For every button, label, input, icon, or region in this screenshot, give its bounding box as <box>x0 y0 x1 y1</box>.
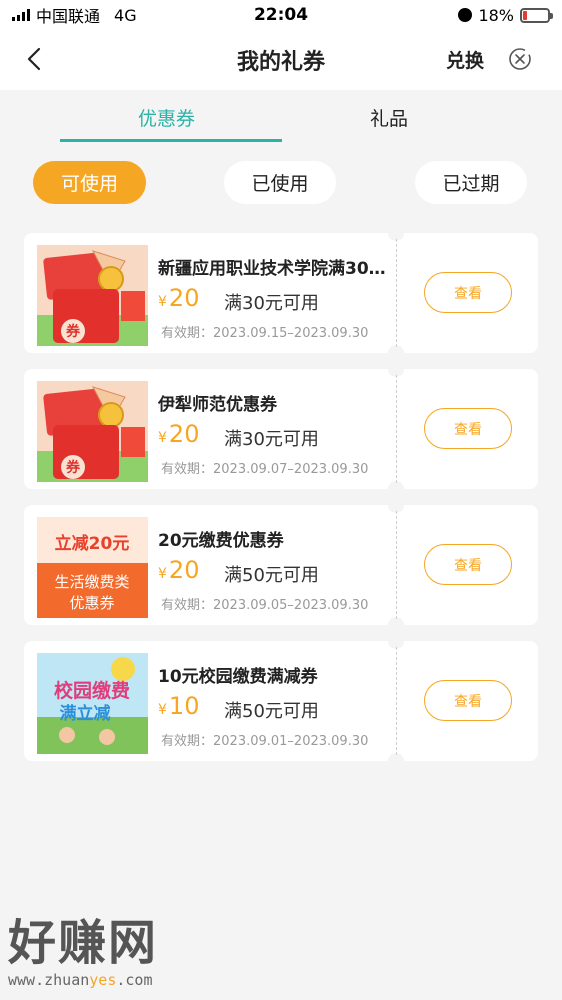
coupon-image: 券 <box>37 381 148 482</box>
coupon-image-text: 券 <box>66 459 81 476</box>
coupon-card: 券 新疆应用职业技术学院满30元可用 ¥20 满30元可用 有效期：2023.0… <box>24 225 538 361</box>
currency-symbol: ¥ <box>158 702 167 718</box>
coupon-validity: 有效期：2023.09.01–2023.09.30 <box>161 734 369 749</box>
network-type: 4G <box>114 5 137 25</box>
coupon-image-text: 生活缴费类 <box>54 573 129 591</box>
coupon-image-text: 满立减 <box>60 703 111 724</box>
coupon-image: 校园缴费 满立减 <box>37 653 148 754</box>
tab-gifts[interactable]: 礼品 <box>370 104 408 131</box>
coupon-validity: 有效期：2023.09.07–2023.09.30 <box>161 462 369 477</box>
coupon-divider <box>396 647 397 755</box>
watermark-url: www.zhuanyes.com <box>8 971 153 989</box>
alarm-icon <box>458 8 473 22</box>
coupon-title: 10元校园缴费满减券 <box>158 667 318 687</box>
currency-symbol: ¥ <box>158 566 167 582</box>
coupon-amount: 20 <box>168 284 200 312</box>
coupon-price: ¥20 <box>158 420 199 448</box>
status-bar: 中国联通 4G 22:04 18% <box>0 0 562 30</box>
tab-bar: 优惠券 礼品 <box>0 90 562 144</box>
coupon-price: ¥20 <box>158 284 199 312</box>
filter-used[interactable]: 已使用 <box>224 161 336 204</box>
coupon-title: 伊犁师范优惠券 <box>158 395 277 415</box>
filter-bar: 可使用 已使用 已过期 <box>0 144 562 236</box>
coupon-title: 20元缴费优惠券 <box>158 531 284 551</box>
watermark-logo: 好赚网 <box>8 915 159 971</box>
nav-bar: 我的礼券 兑换 <box>0 30 562 90</box>
coupon-image: 立减20元 生活缴费类 优惠券 <box>37 517 148 618</box>
coupon-image-text: 优惠券 <box>69 594 114 612</box>
coupon-amount: 10 <box>168 692 200 720</box>
view-coupon-button[interactable]: 查看 <box>424 680 512 721</box>
close-circle-icon[interactable] <box>508 47 532 71</box>
coupon-divider <box>396 239 397 347</box>
coupon-condition: 满30元可用 <box>224 429 319 450</box>
battery-percent: 18% <box>478 5 514 25</box>
coupon-price: ¥20 <box>158 556 199 584</box>
currency-symbol: ¥ <box>158 294 167 310</box>
coupon-amount: 20 <box>168 556 200 584</box>
redeem-button[interactable]: 兑换 <box>446 46 484 73</box>
coupon-image: 券 <box>37 245 148 346</box>
tab-coupons[interactable]: 优惠券 <box>138 104 195 131</box>
coupon-title: 新疆应用职业技术学院满30元可用 <box>158 259 398 279</box>
coupon-card: 立减20元 生活缴费类 优惠券 20元缴费优惠券 ¥20 满50元可用 有效期：… <box>24 497 538 633</box>
coupon-condition: 满30元可用 <box>224 293 319 314</box>
coupon-amount: 20 <box>168 420 200 448</box>
chevron-left-icon[interactable] <box>22 46 48 72</box>
coupon-card: 校园缴费 满立减 10元校园缴费满减券 ¥10 满50元可用 有效期：2023.… <box>24 633 538 769</box>
coupon-card: 券 伊犁师范优惠券 ¥20 满30元可用 有效期：2023.09.07–2023… <box>24 361 538 497</box>
filter-expired[interactable]: 已过期 <box>415 161 527 204</box>
coupon-condition: 满50元可用 <box>224 565 319 586</box>
coupon-validity: 有效期：2023.09.15–2023.09.30 <box>161 326 369 341</box>
coupon-image-text: 校园缴费 <box>54 679 130 702</box>
view-coupon-button[interactable]: 查看 <box>424 544 512 585</box>
tab-underline <box>60 139 282 142</box>
coupon-condition: 满50元可用 <box>224 701 319 722</box>
coupon-validity: 有效期：2023.09.05–2023.09.30 <box>161 598 369 613</box>
filter-available[interactable]: 可使用 <box>33 161 146 204</box>
view-coupon-button[interactable]: 查看 <box>424 408 512 449</box>
carrier-name: 中国联通 <box>36 7 101 26</box>
coupon-image-text: 立减20元 <box>55 533 130 554</box>
signal-icon <box>12 9 30 21</box>
coupon-price: ¥10 <box>158 692 199 720</box>
coupon-divider <box>396 511 397 619</box>
coupon-divider <box>396 375 397 483</box>
coupon-image-text: 券 <box>66 323 81 340</box>
watermark: 好赚网 www.zhuanyes.com <box>8 915 158 989</box>
view-coupon-button[interactable]: 查看 <box>424 272 512 313</box>
battery-icon <box>520 7 553 23</box>
currency-symbol: ¥ <box>158 430 167 446</box>
